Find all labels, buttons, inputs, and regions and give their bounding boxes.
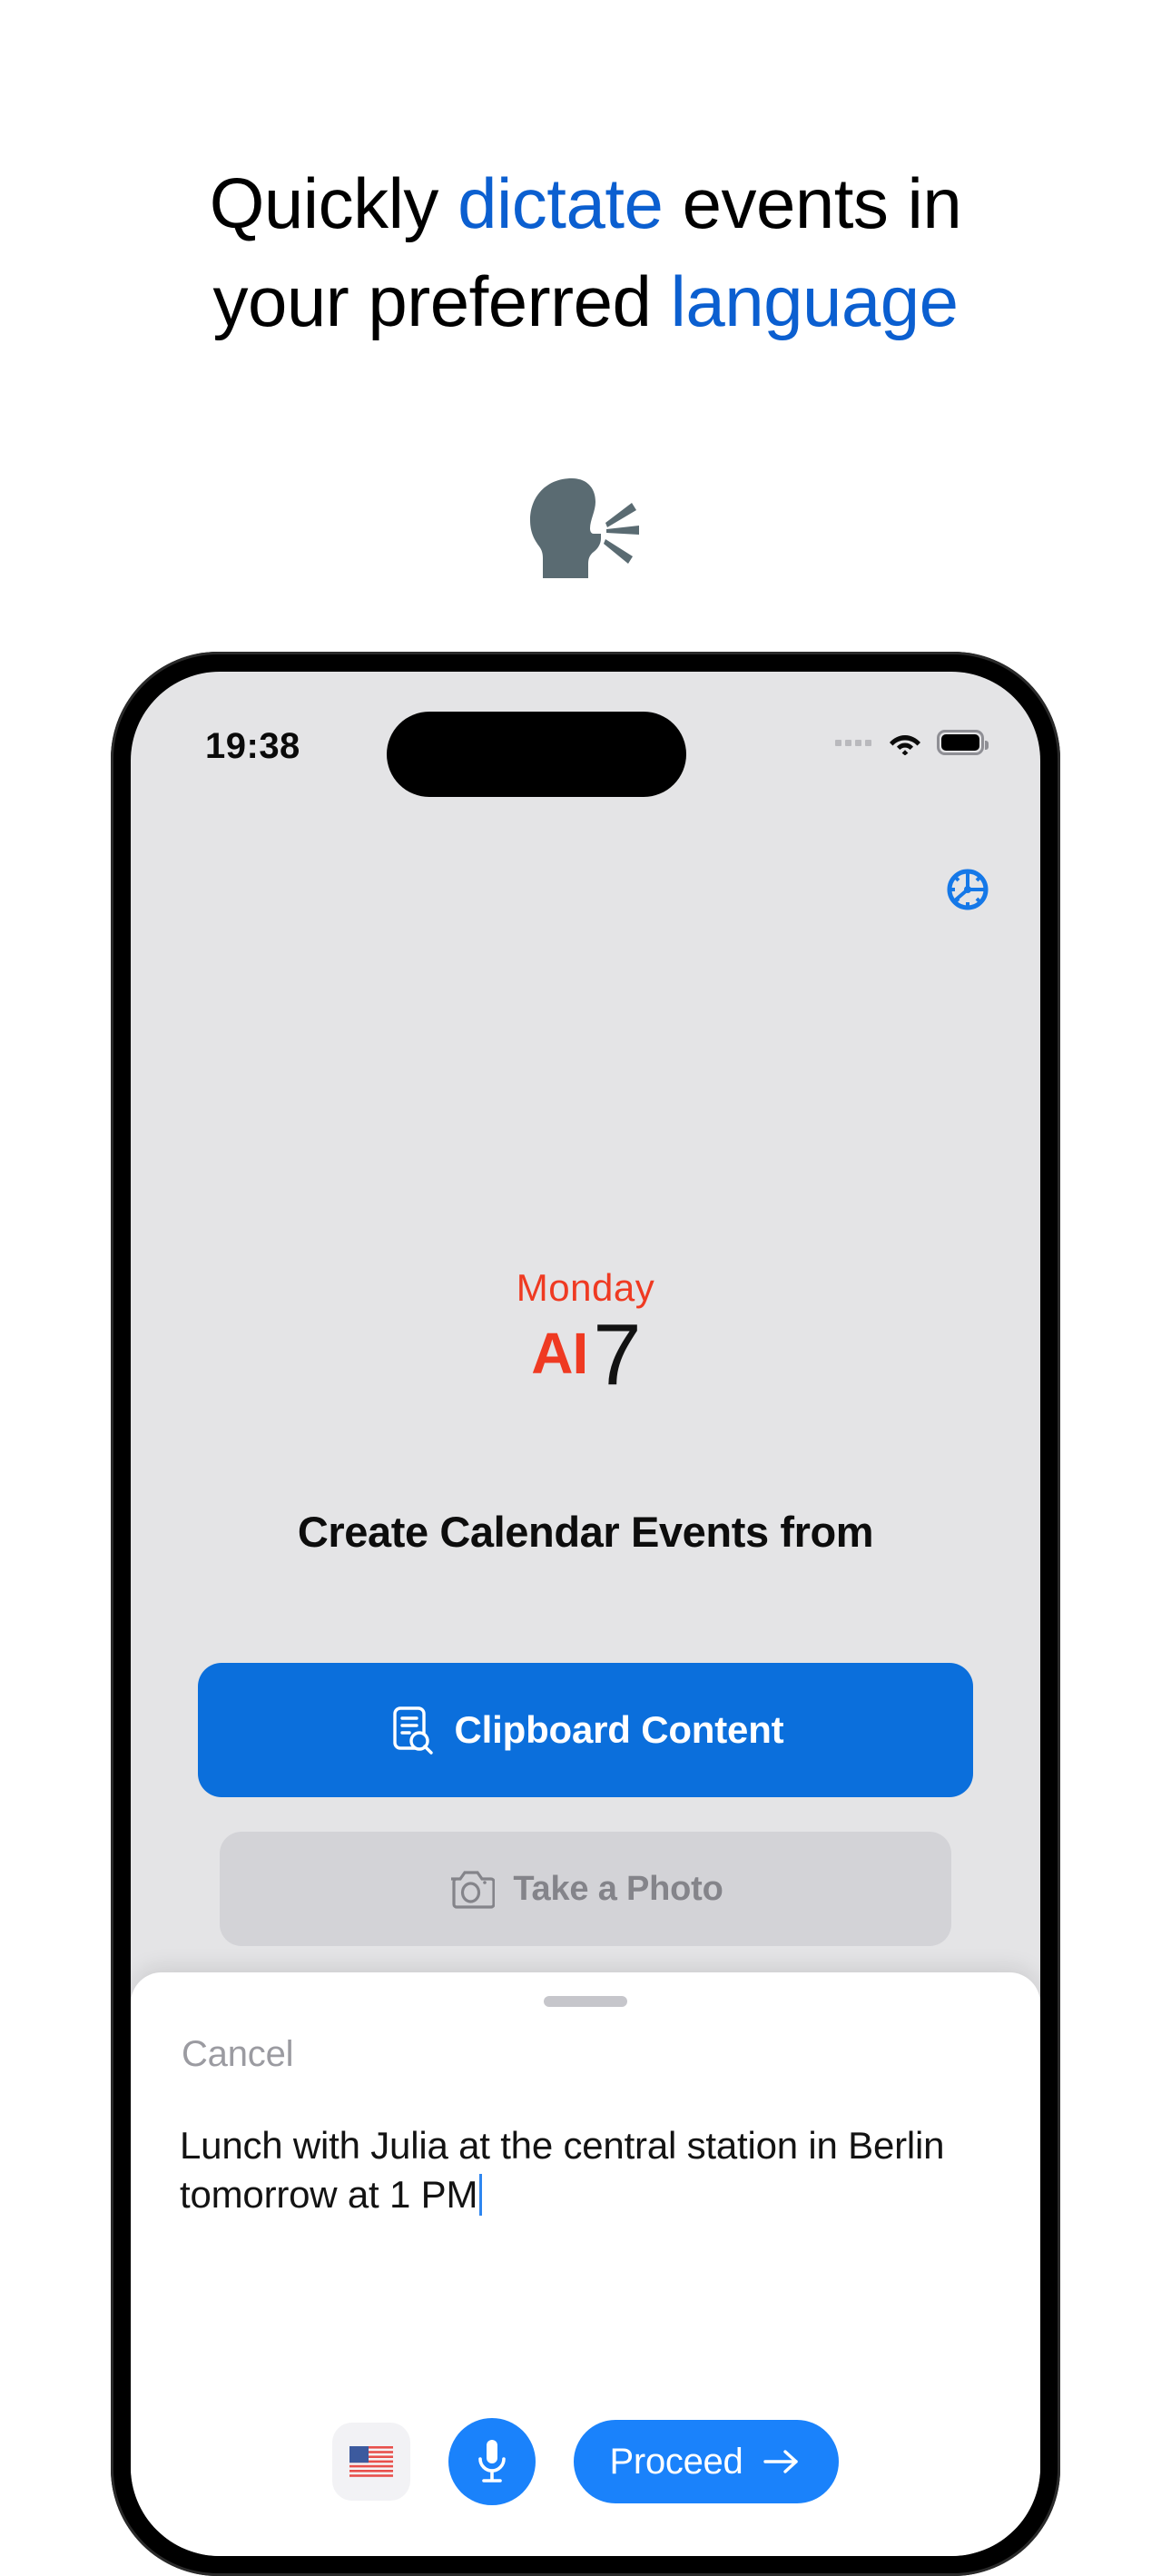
headline-text-pre-2: your preferred bbox=[212, 261, 671, 341]
app-logo: Monday AI 7 bbox=[131, 1266, 1040, 1399]
logo-main-row: AI 7 bbox=[531, 1306, 641, 1403]
us-flag-icon bbox=[349, 2446, 393, 2477]
status-bar: 19:38 bbox=[131, 712, 1040, 797]
logo-day-number: 7 bbox=[593, 1306, 641, 1403]
headline-text-pre: Quickly bbox=[209, 163, 458, 243]
dictation-text-value: Lunch with Julia at the central station … bbox=[180, 2124, 945, 2216]
clipboard-content-label: Clipboard Content bbox=[454, 1708, 784, 1751]
page-title: Create Calendar Events from bbox=[297, 1508, 874, 1556]
phone-frame: 19:38 Monday AI 7 Create Calendar Events… bbox=[111, 652, 1060, 2576]
camera-icon bbox=[451, 1871, 496, 1909]
status-bar-time: 19:38 bbox=[205, 726, 300, 766]
text-caret bbox=[479, 2174, 483, 2216]
take-a-photo-label: Take a Photo bbox=[513, 1869, 723, 1908]
headline-text-post: events in bbox=[663, 163, 962, 243]
sheet-controls: Proceed bbox=[131, 2418, 1040, 2505]
arrow-right-icon bbox=[763, 2450, 799, 2473]
dynamic-island bbox=[387, 712, 686, 797]
wifi-icon bbox=[890, 735, 920, 755]
headline-accent-language: language bbox=[670, 261, 959, 341]
battery-icon bbox=[937, 730, 989, 755]
microphone-icon bbox=[477, 2440, 506, 2483]
sheet-drag-handle[interactable] bbox=[544, 1996, 627, 2007]
take-a-photo-button[interactable]: Take a Photo bbox=[220, 1832, 951, 1946]
headline-accent-dictate: dictate bbox=[458, 163, 664, 243]
logo-weekday: Monday bbox=[516, 1266, 655, 1309]
settings-gear-button[interactable] bbox=[942, 864, 993, 915]
status-bar-indicators bbox=[835, 730, 989, 755]
microphone-button[interactable] bbox=[448, 2418, 536, 2505]
gear-icon bbox=[947, 869, 989, 910]
proceed-label: Proceed bbox=[609, 2441, 743, 2482]
signal-dots-icon bbox=[835, 739, 871, 746]
language-flag-button[interactable] bbox=[331, 2423, 410, 2501]
phone-screen: 19:38 Monday AI 7 Create Calendar Events… bbox=[131, 672, 1040, 2556]
logo-ai-text: AI bbox=[531, 1321, 588, 1386]
hero-icon-wrap bbox=[0, 477, 1171, 604]
speaking-head-icon bbox=[530, 478, 639, 578]
dictation-bottom-sheet: Cancel Lunch with Julia at the central s… bbox=[131, 1972, 1040, 2556]
cancel-button[interactable]: Cancel bbox=[182, 2034, 294, 2075]
promo-headline: Quickly dictate events in your preferred… bbox=[0, 154, 1171, 350]
dictation-text-input[interactable]: Lunch with Julia at the central station … bbox=[180, 2121, 979, 2219]
clipboard-content-button[interactable]: Clipboard Content bbox=[198, 1663, 973, 1797]
headline-line-2: your preferred language bbox=[0, 252, 1171, 350]
proceed-button[interactable]: Proceed bbox=[573, 2420, 840, 2503]
headline-line-1: Quickly dictate events in bbox=[0, 154, 1171, 252]
clipboard-search-icon bbox=[392, 1706, 433, 1755]
